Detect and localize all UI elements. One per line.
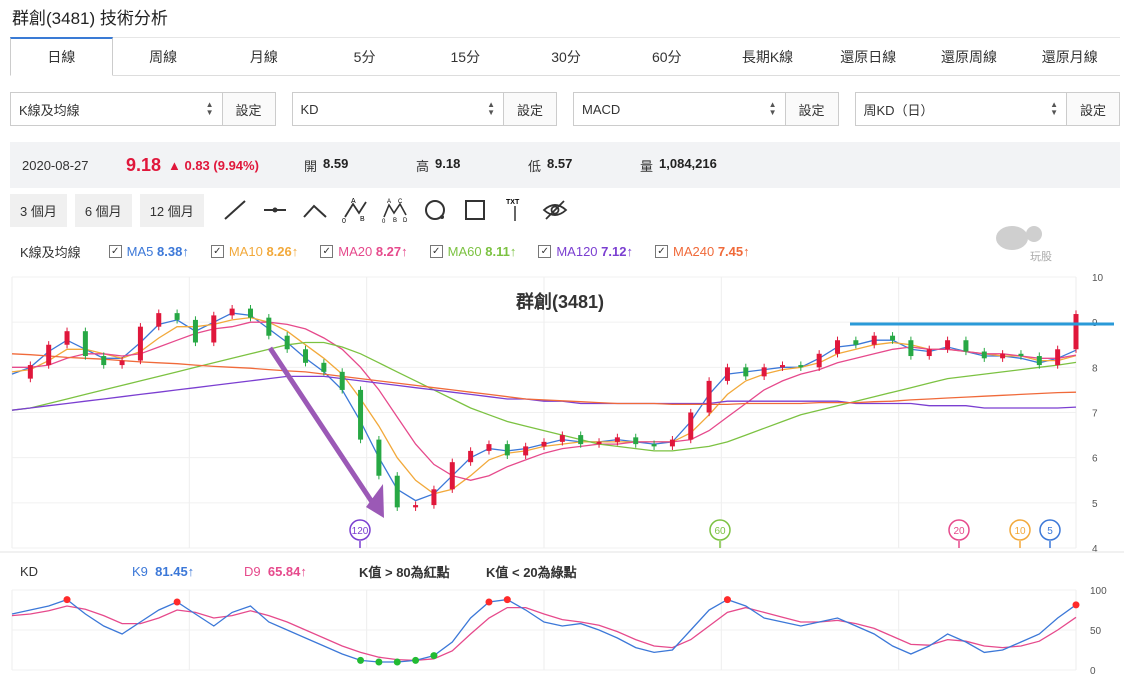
candle-body — [174, 313, 180, 320]
candle-body — [908, 340, 914, 357]
kd-red-dot — [1072, 601, 1080, 609]
candle-body — [468, 450, 474, 463]
candle-body — [394, 475, 400, 508]
ma-marker-label: 20 — [953, 526, 965, 537]
candle-body — [82, 331, 88, 357]
candle-body — [853, 340, 859, 345]
price-chart[interactable]: 45678910050100群創(3481)1206020105 — [0, 0, 1124, 674]
kd-red-dot — [63, 596, 71, 604]
price-tick-label: 10 — [1092, 273, 1104, 284]
candle-body — [119, 360, 125, 366]
candle-body — [578, 435, 584, 445]
kd-green-dot — [430, 652, 438, 660]
candle-body — [358, 389, 364, 440]
candle-body — [486, 444, 492, 451]
ma-marker-label: 60 — [714, 526, 726, 537]
candle-body — [284, 335, 290, 350]
candle-body — [321, 362, 327, 372]
candle-body — [1073, 314, 1079, 350]
ma-marker-label: 10 — [1014, 526, 1026, 537]
candle-body — [743, 367, 749, 377]
candle-body — [64, 331, 70, 345]
ma-marker-label: 120 — [352, 526, 369, 537]
price-tick-label: 5 — [1092, 499, 1098, 510]
candle-body — [926, 349, 932, 357]
candle-body — [504, 444, 510, 456]
candle-body — [1000, 353, 1006, 359]
candle-body — [266, 317, 272, 336]
candle-body — [1036, 356, 1042, 366]
candle-body — [303, 349, 309, 363]
candle-body — [413, 505, 419, 508]
candle-body — [945, 340, 951, 350]
kd-green-dot — [393, 658, 401, 666]
candle-body — [1055, 349, 1061, 366]
kd-red-dot — [173, 598, 181, 606]
candle-body — [1018, 353, 1024, 357]
candle-body — [376, 439, 382, 476]
candle-body — [890, 335, 896, 341]
candle-body — [211, 315, 217, 343]
candle-body — [156, 313, 162, 327]
candle-body — [541, 441, 547, 447]
candle-body — [816, 353, 822, 368]
candle-body — [633, 437, 639, 445]
candle-body — [981, 351, 987, 359]
candle-body — [963, 340, 969, 352]
candle-body — [137, 326, 143, 361]
candle-body — [431, 489, 437, 506]
ma-marker-label: 5 — [1047, 526, 1053, 537]
candle-body — [651, 444, 657, 447]
candle-body — [192, 319, 198, 343]
kd-red-dot — [503, 596, 511, 604]
price-tick-label: 4 — [1092, 544, 1098, 555]
candle-body — [724, 367, 730, 381]
candle-body — [871, 335, 877, 345]
candle-body — [247, 308, 253, 318]
candle-body — [835, 340, 841, 354]
kd-tick-label: 0 — [1090, 666, 1096, 674]
candle-body — [706, 380, 712, 413]
candle-body — [761, 367, 767, 377]
kd-green-dot — [375, 658, 383, 666]
candle-body — [449, 462, 455, 490]
candle-body — [559, 435, 565, 442]
candle-body — [614, 437, 620, 442]
price-tick-label: 8 — [1092, 363, 1098, 374]
candle-body — [46, 344, 52, 366]
candle-body — [596, 441, 602, 445]
candle-body — [669, 439, 675, 447]
kd-red-dot — [723, 596, 731, 604]
kd-tick-label: 50 — [1090, 626, 1102, 637]
candle-body — [523, 446, 529, 456]
chart-title: 群創(3481) — [516, 291, 604, 312]
kd-red-dot — [485, 598, 493, 606]
kd-green-dot — [357, 656, 365, 664]
kd-tick-label: 100 — [1090, 586, 1107, 597]
kd-green-dot — [412, 656, 420, 664]
candle-body — [27, 365, 33, 379]
candle-body — [229, 308, 235, 316]
candle-body — [779, 365, 785, 368]
candle-body — [688, 412, 694, 440]
price-tick-label: 6 — [1092, 454, 1098, 465]
price-tick-label: 7 — [1092, 409, 1098, 420]
candle-body — [101, 356, 107, 366]
candle-body — [339, 371, 345, 390]
candle-body — [798, 365, 804, 368]
